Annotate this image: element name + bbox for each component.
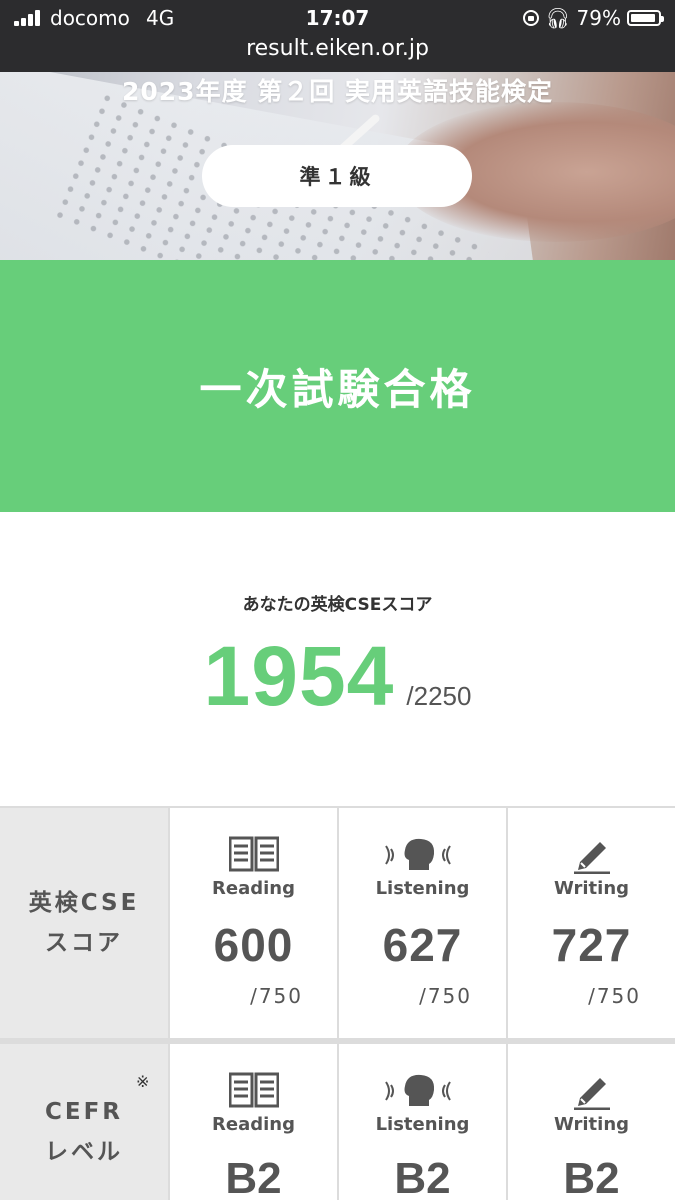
score-max: /2250 [406, 681, 472, 711]
browser-chrome: docomo 4G 17:07 🎧︎ 79% result.eiken.or.j… [0, 0, 675, 72]
row-header-cefr: CEFR レベル [0, 1044, 168, 1200]
listening-icon [339, 836, 506, 874]
skill-max: /750 [419, 984, 472, 1008]
row-header-cse: 英検CSE スコア [0, 808, 168, 1038]
skill-score: 727 [551, 919, 632, 971]
cefr-cell-reading: Reading B2 [170, 1044, 337, 1203]
row-header-line: 英検CSE [28, 890, 140, 916]
cefr-cell-listening: Listening B2 [339, 1044, 506, 1203]
grade-badge: 準１級 [202, 145, 472, 207]
pencil-icon [508, 836, 675, 874]
listening-icon [339, 1072, 506, 1110]
skill-label: Listening [375, 1114, 470, 1135]
cefr-cell-writing: Writing B2 [508, 1044, 675, 1203]
book-icon [170, 836, 337, 874]
skill-label: Writing [553, 1114, 630, 1135]
status-right: 🎧︎ 79% [523, 6, 664, 30]
battery-icon [627, 10, 664, 26]
headphones-icon: 🎧︎ [545, 6, 571, 30]
row-header-line: レベル [45, 1139, 123, 1165]
footnote-mark: ※ [136, 1072, 150, 1091]
skill-score: 600 [213, 919, 294, 971]
hero-banner: 2023年度 第２回 実用英語技能検定 準１級 [0, 72, 675, 260]
book-icon [170, 1072, 337, 1110]
skill-label: Listening [375, 878, 470, 899]
skill-max: /750 [588, 984, 641, 1008]
cefr-level: B2 [225, 1154, 282, 1203]
skill-score: 627 [382, 919, 463, 971]
score-label: あなたの英検CSEスコア [242, 595, 433, 615]
skill-max: /750 [250, 984, 303, 1008]
skills-table: 英検CSE スコア Reading 600 /750 Listening 627… [0, 806, 675, 1203]
rotation-lock-icon [523, 10, 540, 26]
skill-label: Reading [212, 1114, 295, 1135]
cse-cell-reading: Reading 600 /750 [170, 808, 337, 1038]
result-banner: 一次試験合格 [0, 260, 675, 512]
row-header-line: CEFR [44, 1099, 123, 1125]
status-bar: docomo 4G 17:07 🎧︎ 79% [0, 0, 675, 36]
cefr-level: B2 [563, 1154, 620, 1203]
row-header-line: スコア [45, 930, 123, 956]
score-value: 1954 [203, 629, 395, 723]
cse-cell-writing: Writing 727 /750 [508, 808, 675, 1038]
skill-label: Reading [212, 878, 295, 899]
pencil-icon [508, 1072, 675, 1110]
total-score: 1954 /2250 [0, 628, 675, 725]
cse-cell-listening: Listening 627 /750 [339, 808, 506, 1038]
address-bar[interactable]: result.eiken.or.jp [0, 36, 675, 61]
cefr-level: B2 [394, 1154, 451, 1203]
skill-label: Writing [553, 878, 630, 899]
battery-percent: 79% [576, 6, 621, 30]
exam-title: 2023年度 第２回 実用英語技能検定 [122, 77, 553, 106]
result-status: 一次試験合格 [199, 364, 476, 414]
